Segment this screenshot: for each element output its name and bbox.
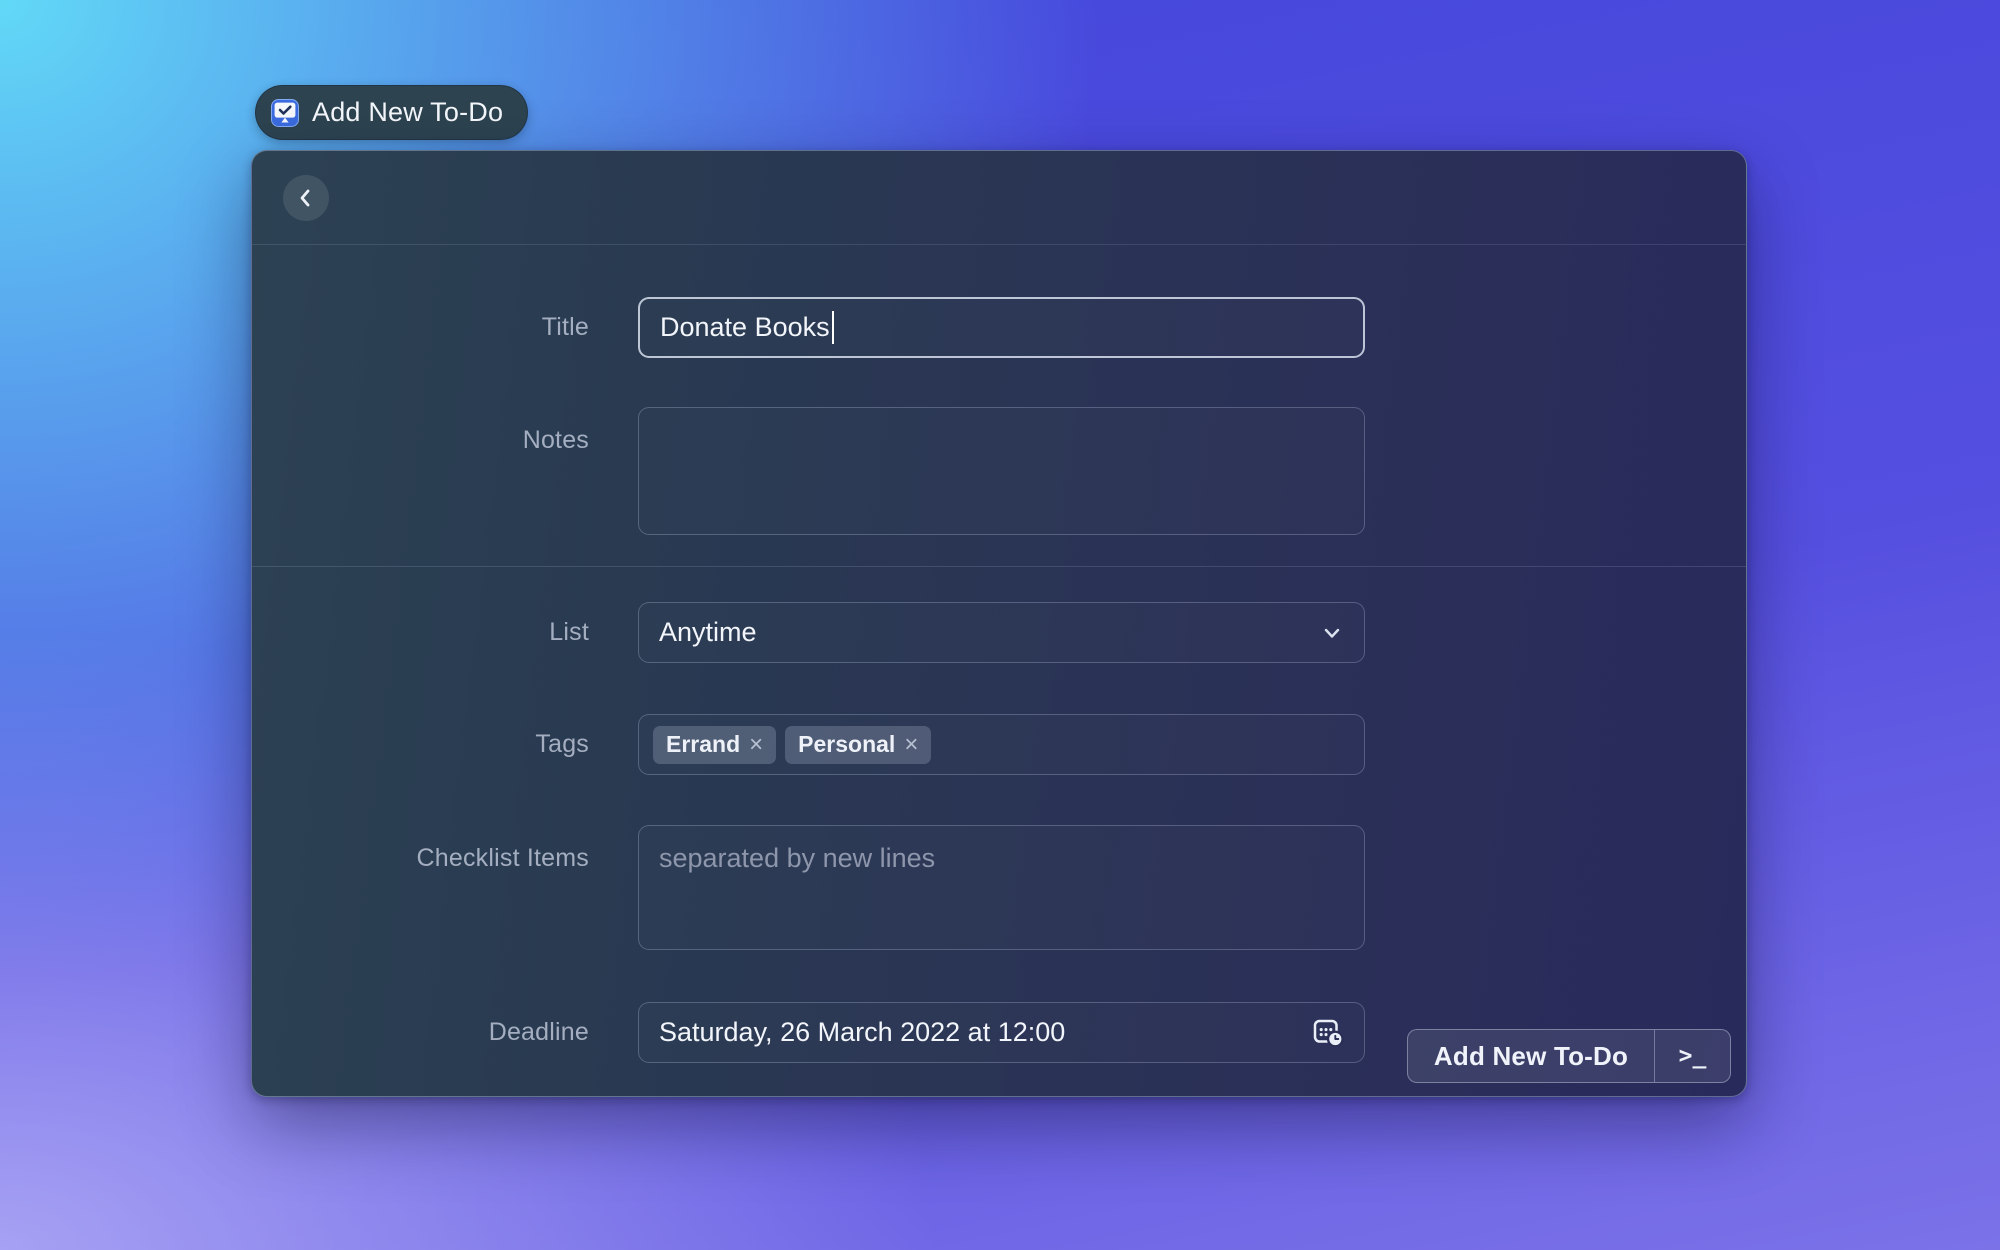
deadline-picker[interactable]: Saturday, 26 March 2022 at 12:00 — [638, 1002, 1365, 1063]
tag-chip-errand: Errand × — [653, 726, 776, 764]
tag-chip-personal: Personal × — [785, 726, 931, 764]
remove-tag-icon[interactable]: × — [904, 733, 918, 757]
title-input[interactable]: Donate Books — [638, 297, 1365, 358]
list-select[interactable]: Anytime — [638, 602, 1365, 663]
tags-label: Tags — [252, 714, 589, 775]
checklist-label: Checklist Items — [252, 825, 589, 950]
calendar-clock-icon[interactable] — [1313, 1018, 1344, 1047]
submit-button-label: Add New To-Do — [1408, 1030, 1654, 1082]
add-new-todo-submit-button[interactable]: Add New To-Do >_ — [1407, 1029, 1731, 1083]
tag-label: Personal — [798, 731, 895, 758]
deadline-value: Saturday, 26 March 2022 at 12:00 — [659, 1017, 1065, 1048]
notes-row: Notes — [252, 407, 1746, 535]
list-label: List — [252, 602, 589, 663]
notes-label: Notes — [252, 407, 589, 535]
tags-input[interactable]: Errand × Personal × — [638, 714, 1365, 775]
notes-textarea[interactable] — [638, 407, 1365, 535]
title-input-value: Donate Books — [660, 312, 830, 343]
title-row: Title Donate Books — [252, 297, 1746, 358]
pill-button-label: Add New To-Do — [312, 97, 503, 128]
todo-app-icon — [271, 99, 299, 127]
remove-tag-icon[interactable]: × — [749, 733, 763, 757]
checklist-textarea[interactable] — [638, 825, 1365, 950]
checklist-row: Checklist Items — [252, 825, 1746, 950]
tags-row: Tags Errand × Personal × — [252, 714, 1746, 775]
list-selected-value: Anytime — [659, 617, 757, 648]
chevron-down-icon — [1320, 621, 1344, 645]
section-divider — [252, 566, 1746, 567]
add-new-todo-pill-button[interactable]: Add New To-Do — [255, 85, 528, 140]
run-shortcut-icon[interactable]: >_ — [1654, 1030, 1730, 1082]
dialog-header — [252, 151, 1746, 245]
add-todo-dialog: Title Donate Books Notes List Anytime — [251, 150, 1747, 1097]
chevron-left-icon — [294, 186, 318, 210]
title-label: Title — [252, 297, 589, 358]
list-row: List Anytime — [252, 602, 1746, 663]
back-button[interactable] — [283, 175, 329, 221]
deadline-label: Deadline — [252, 1002, 589, 1063]
text-caret — [832, 311, 835, 344]
tag-label: Errand — [666, 731, 740, 758]
